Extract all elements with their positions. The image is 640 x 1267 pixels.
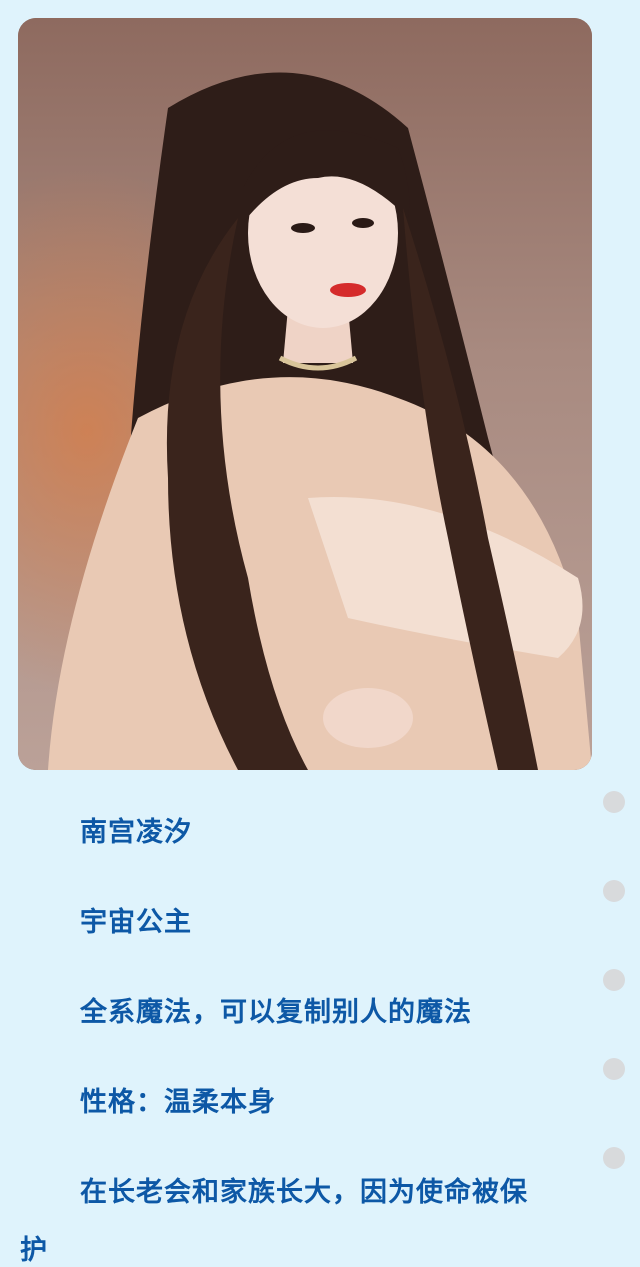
character-background: 在长老会和家族长大，因为使命被保 bbox=[80, 1177, 528, 1208]
page-dot[interactable] bbox=[603, 1058, 625, 1080]
character-background-continued: 护 bbox=[20, 1235, 47, 1266]
page-dot[interactable] bbox=[603, 969, 625, 991]
character-personality: 性格：温柔本身 bbox=[80, 1087, 276, 1118]
page-dot[interactable] bbox=[603, 791, 625, 813]
portrait-image bbox=[18, 18, 592, 770]
character-photo[interactable] bbox=[18, 18, 592, 770]
character-name: 南宫凌汐 bbox=[80, 817, 192, 848]
page-dot[interactable] bbox=[603, 1147, 625, 1169]
character-ability: 全系魔法，可以复制别人的魔法 bbox=[80, 997, 472, 1028]
page-dot[interactable] bbox=[603, 880, 625, 902]
character-title: 宇宙公主 bbox=[80, 907, 192, 938]
